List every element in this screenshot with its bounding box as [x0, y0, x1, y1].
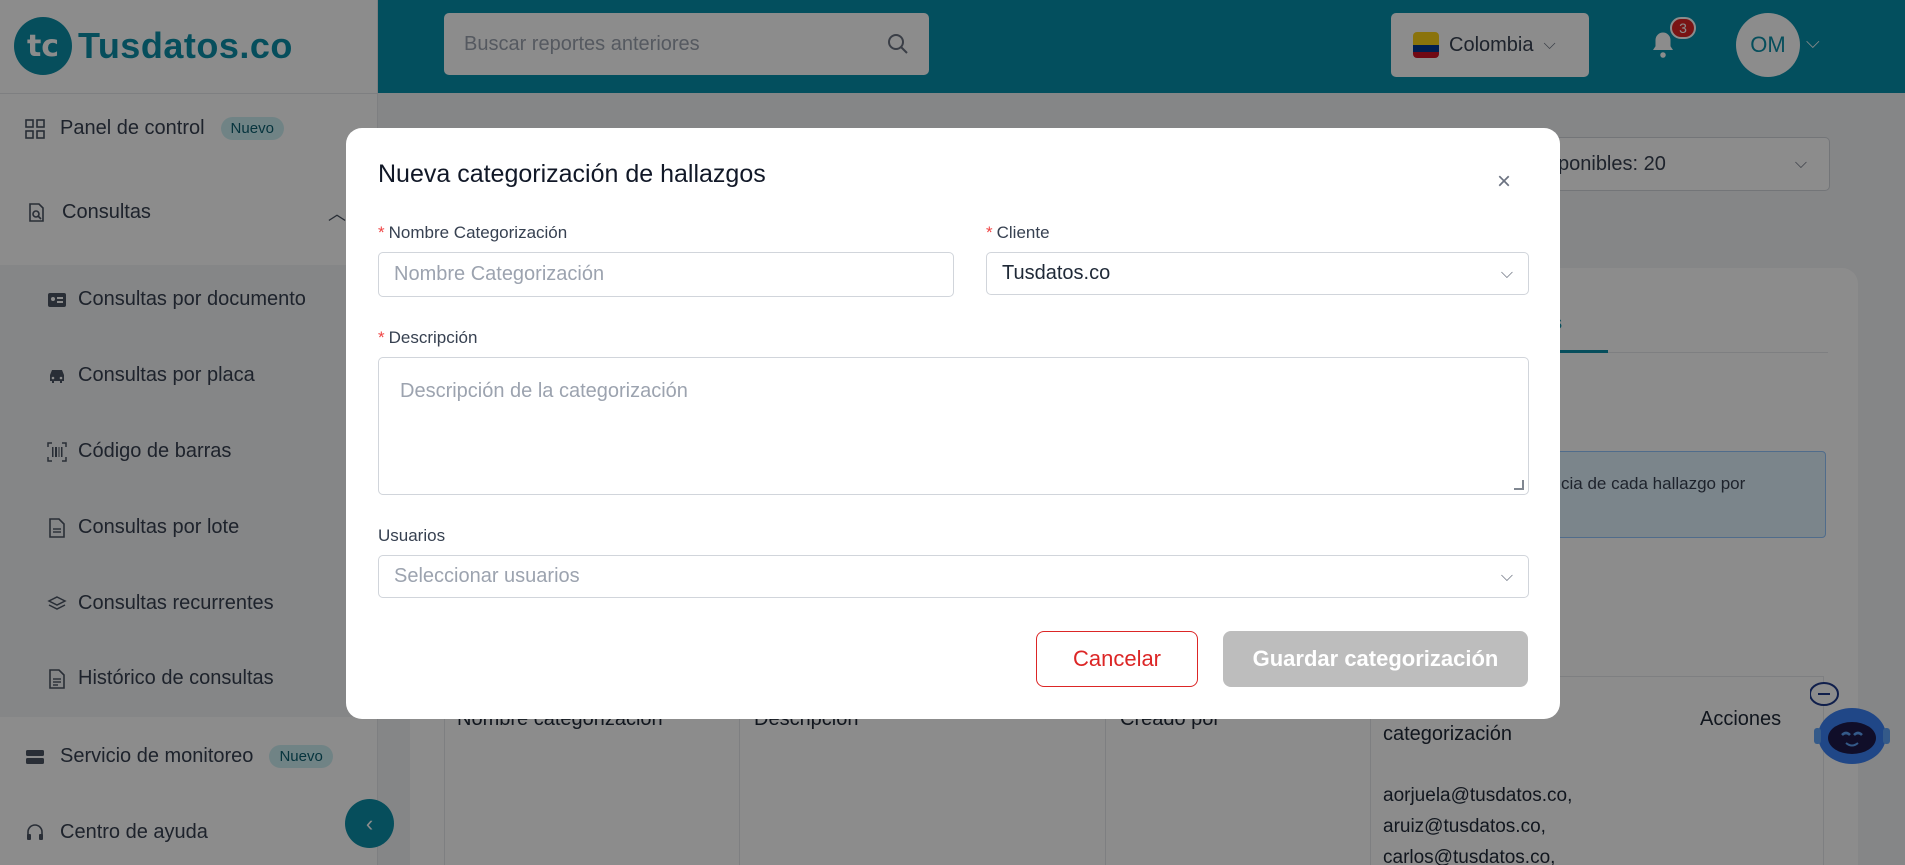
- modal-title: Nueva categorización de hallazgos: [378, 160, 766, 188]
- required-asterisk: *: [986, 223, 993, 242]
- client-label: * Cliente: [986, 223, 1050, 242]
- description-label: * Descripción: [378, 328, 478, 347]
- chevron-down-icon: ⌵: [1500, 264, 1513, 282]
- chevron-down-icon: ⌵: [1500, 567, 1513, 585]
- client-select[interactable]: Tusdatos.co ⌵: [986, 252, 1529, 295]
- name-label: * Nombre Categorización: [378, 223, 568, 242]
- required-asterisk: *: [378, 223, 385, 242]
- name-field[interactable]: [378, 252, 954, 297]
- users-select-placeholder: Seleccionar usuarios: [394, 565, 580, 587]
- new-categorization-modal: Nueva categorización de hallazgos × * Nom…: [346, 128, 1560, 719]
- required-asterisk: *: [378, 328, 385, 347]
- close-icon[interactable]: ×: [1492, 168, 1516, 195]
- users-label: Usuarios: [378, 526, 446, 545]
- categorization-name-input[interactable]: [394, 263, 938, 286]
- client-select-value: Tusdatos.co: [1002, 262, 1111, 284]
- resize-handle[interactable]: [1514, 480, 1524, 490]
- cancel-button[interactable]: Cancelar: [1036, 631, 1198, 687]
- description-textarea[interactable]: [400, 358, 1507, 494]
- save-categorization-button[interactable]: Guardar categorización: [1223, 631, 1528, 687]
- description-field[interactable]: [378, 357, 1529, 495]
- users-select[interactable]: Seleccionar usuarios ⌵: [378, 555, 1529, 598]
